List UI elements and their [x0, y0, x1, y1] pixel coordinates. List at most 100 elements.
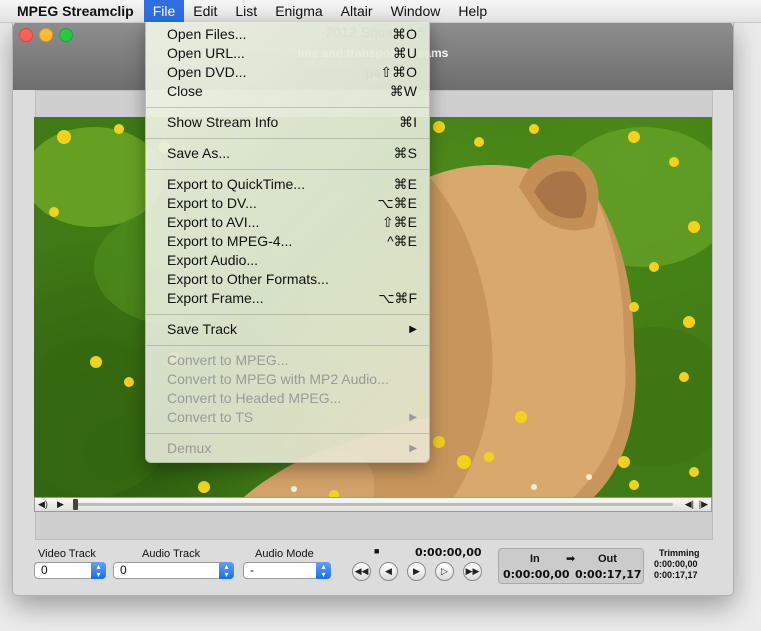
timeline-scrubber[interactable]: ◀) ▶ ◀| |▶: [34, 497, 712, 512]
menu-item-label: Convert to MPEG with MP2 Audio...: [167, 371, 389, 387]
menu-item-shortcut: ⌘O: [392, 26, 417, 42]
video-track-value: 0: [41, 563, 48, 577]
menu-item-export-dv[interactable]: Export to DV... ⌥⌘E: [167, 194, 417, 213]
menu-item-label: Show Stream Info: [167, 114, 279, 130]
menu-altair[interactable]: Altair: [332, 0, 382, 22]
menu-item-convert-ts: Convert to TS ▶: [167, 408, 417, 427]
select-arrows-icon: ▴ ▾: [91, 562, 106, 579]
menu-item-label: Close: [167, 83, 203, 99]
menu-item-label: Export to Other Formats...: [167, 271, 329, 287]
volume-icon[interactable]: ◀): [38, 498, 48, 511]
menu-item-label: Export to QuickTime...: [167, 176, 305, 192]
select-arrows-icon: ▴ ▾: [316, 562, 331, 579]
step-forward-icon[interactable]: |▶: [699, 498, 708, 511]
menu-item-export-quicktime[interactable]: Export to QuickTime... ⌘E: [167, 175, 417, 194]
menu-item-close[interactable]: Close ⌘W: [167, 82, 417, 101]
menu-edit[interactable]: Edit: [184, 0, 226, 22]
in-out-arrow-icon: ➡: [566, 553, 576, 565]
menu-item-label: Convert to TS: [167, 409, 254, 425]
submenu-arrow-icon: ▶: [409, 324, 417, 335]
menu-item-label: Save Track: [167, 321, 238, 337]
menu-item-open-url[interactable]: Open URL... ⌘U: [167, 44, 417, 63]
current-time: 0:00:00,00: [415, 546, 482, 559]
menu-separator: [146, 345, 429, 346]
menu-item-label: Open URL...: [167, 45, 245, 61]
menu-window[interactable]: Window: [382, 0, 450, 22]
app-menu[interactable]: MPEG Streamclip: [0, 0, 144, 22]
menu-item-label: Open DVD...: [167, 64, 247, 80]
play-icon[interactable]: ▶: [57, 498, 64, 511]
menu-item-shortcut: ⌘S: [393, 145, 417, 161]
menu-item-export-other-formats[interactable]: Export to Other Formats...: [167, 270, 417, 289]
trimming-end: 0:00:17,17: [654, 570, 698, 580]
rewind-icon[interactable]: ◀◀: [352, 562, 371, 581]
menu-item-convert-mpeg-mp2: Convert to MPEG with MP2 Audio...: [167, 370, 417, 389]
menu-separator: [146, 314, 429, 315]
fast-forward-icon[interactable]: ▶▶: [463, 562, 482, 581]
menu-item-demux: Demux ▶: [167, 439, 417, 458]
menu-item-label: Convert to MPEG...: [167, 352, 289, 368]
audio-mode-value: -: [250, 563, 254, 577]
menu-item-show-stream-info[interactable]: Show Stream Info ⌘I: [167, 113, 417, 132]
menu-item-save-as[interactable]: Save As... ⌘S: [167, 144, 417, 163]
out-label: Out: [598, 553, 617, 565]
menu-item-export-audio[interactable]: Export Audio...: [167, 251, 417, 270]
in-time[interactable]: 0:00:00,00: [503, 568, 570, 581]
trimming-start: 0:00:00,00: [654, 559, 698, 569]
play-outline-icon[interactable]: ▷: [435, 562, 454, 581]
playhead-handle[interactable]: [73, 499, 78, 510]
menu-item-save-track[interactable]: Save Track ▶: [167, 320, 417, 339]
play-button-icon[interactable]: ▶: [407, 562, 426, 581]
menu-item-label: Export to MPEG-4...: [167, 233, 293, 249]
menu-item-shortcut: ⇧⌘E: [381, 214, 417, 230]
menu-help[interactable]: Help: [449, 0, 496, 22]
select-arrows-icon: ▴ ▾: [219, 562, 234, 579]
menu-item-export-avi[interactable]: Export to AVI... ⇧⌘E: [167, 213, 417, 232]
menu-item-shortcut: ⌥⌘E: [377, 195, 417, 211]
menu-separator: [146, 138, 429, 139]
stop-icon[interactable]: ■: [374, 546, 379, 556]
menu-item-shortcut: ⌘W: [389, 83, 417, 99]
audio-track-select[interactable]: 0 ▴ ▾: [113, 562, 234, 579]
step-back-frame-icon[interactable]: ◀: [379, 562, 398, 581]
audio-mode-label: Audio Mode: [255, 548, 314, 560]
menu-item-shortcut: ⇧⌘O: [380, 64, 417, 80]
submenu-arrow-icon: ▶: [409, 443, 417, 454]
trimming-label: Trimming: [659, 548, 700, 558]
menu-item-shortcut: ^⌘E: [387, 233, 417, 249]
menu-item-shortcut: ⌘I: [399, 114, 417, 130]
menu-separator: [146, 169, 429, 170]
menu-item-label: Demux: [167, 440, 212, 456]
in-out-panel: In ➡ Out 0:00:00,00 0:00:17,17: [498, 548, 644, 584]
menu-item-convert-headed-mpeg: Convert to Headed MPEG...: [167, 389, 417, 408]
menu-item-shortcut: ⌥⌘F: [378, 290, 417, 306]
video-track-label: Video Track: [38, 548, 96, 560]
menu-item-shortcut: ⌘E: [393, 176, 417, 192]
menu-item-shortcut: ⌘U: [392, 45, 417, 61]
menu-file[interactable]: File: [143, 0, 185, 22]
step-back-icon[interactable]: ◀|: [685, 498, 694, 511]
timeline-track[interactable]: [75, 503, 673, 506]
in-label: In: [530, 553, 540, 565]
file-menu-dropdown: Open Files... ⌘O Open URL... ⌘U Open DVD…: [145, 22, 430, 463]
out-time[interactable]: 0:00:17,17: [575, 568, 642, 581]
menu-item-export-mpeg4[interactable]: Export to MPEG-4... ^⌘E: [167, 232, 417, 251]
submenu-arrow-icon: ▶: [409, 412, 417, 423]
menu-item-export-frame[interactable]: Export Frame... ⌥⌘F: [167, 289, 417, 308]
audio-track-value: 0: [120, 563, 127, 577]
menu-item-label: Export Frame...: [167, 290, 264, 306]
menu-item-label: Save As...: [167, 145, 231, 161]
menu-item-open-files[interactable]: Open Files... ⌘O: [167, 25, 417, 44]
menu-separator: [146, 433, 429, 434]
menu-item-label: Open Files...: [167, 26, 247, 42]
menu-enigma[interactable]: Enigma: [266, 0, 331, 22]
menu-separator: [146, 107, 429, 108]
menu-item-label: Export to AVI...: [167, 214, 260, 230]
menu-list[interactable]: List: [226, 0, 266, 22]
menu-item-label: Convert to Headed MPEG...: [167, 390, 342, 406]
video-track-select[interactable]: 0 ▴ ▾: [34, 562, 106, 579]
audio-mode-select[interactable]: - ▴ ▾: [243, 562, 331, 579]
audio-track-label: Audio Track: [142, 548, 201, 560]
menu-item-open-dvd[interactable]: Open DVD... ⇧⌘O: [167, 63, 417, 82]
menu-item-convert-mpeg: Convert to MPEG...: [167, 351, 417, 370]
